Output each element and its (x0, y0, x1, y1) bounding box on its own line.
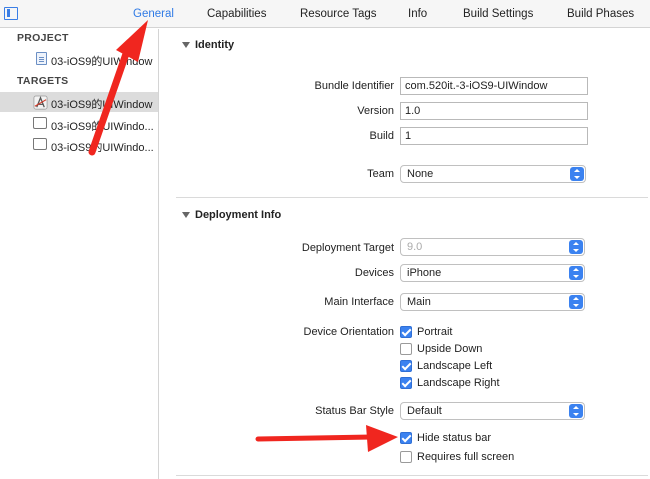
deployment-target-value: 9.0 (407, 241, 423, 253)
tab-info[interactable]: Info (408, 8, 427, 20)
main-interface-combo[interactable]: Main (400, 293, 585, 311)
bundle-identifier-label: Bundle Identifier (314, 80, 395, 92)
popup-arrows-icon (569, 266, 583, 280)
popup-arrows-icon (569, 404, 583, 418)
tab-general[interactable]: General (133, 8, 174, 20)
identity-section-title: Identity (195, 39, 235, 51)
bundle-identifier-field[interactable] (400, 77, 588, 95)
devices-label: Devices (354, 267, 394, 279)
editor-tab-bar: General Capabilities Resource Tags Info … (0, 0, 650, 28)
checkbox-checked-icon[interactable] (400, 326, 412, 338)
sidebar-item-label: 03-iOS9的UIWindow (51, 99, 153, 111)
team-label: Team (367, 168, 394, 180)
device-orientation-label: Device Orientation (303, 326, 395, 338)
sidebar-item-target-app[interactable]: 03-iOS9的UIWindow (0, 92, 158, 112)
checkbox-checked-icon[interactable] (400, 377, 412, 389)
targets-section-header: TARGETS (17, 75, 69, 87)
checkbox-unchecked-icon[interactable] (400, 343, 412, 355)
team-popup-value: None (407, 168, 434, 180)
tab-build-phases[interactable]: Build Phases (567, 8, 634, 20)
sidebar-item-target-tests[interactable]: 03-iOS9的UIWindo... (0, 114, 158, 134)
tab-resource-tags[interactable]: Resource Tags (300, 8, 377, 20)
devices-popup[interactable]: iPhone (400, 264, 585, 282)
tab-build-settings[interactable]: Build Settings (463, 8, 533, 20)
sidebar-item-label: 03-iOS9的UIWindo... (51, 121, 154, 133)
project-file-icon (36, 52, 47, 65)
checkbox-checked-icon[interactable] (400, 432, 412, 444)
project-section-header: PROJECT (17, 32, 69, 44)
status-bar-style-label: Status Bar Style (315, 405, 394, 417)
build-label: Build (369, 130, 394, 142)
deployment-target-label: Deployment Target (301, 242, 394, 254)
folder-icon (33, 138, 47, 150)
checkbox-checked-icon[interactable] (400, 360, 412, 372)
sidebar-toggle-icon[interactable] (4, 7, 18, 20)
main-interface-value: Main (407, 296, 431, 308)
popup-arrows-icon (570, 167, 584, 181)
version-label: Version (357, 105, 394, 117)
main-interface-label: Main Interface (324, 296, 394, 308)
checkbox-unchecked-icon[interactable] (400, 451, 412, 463)
team-popup[interactable]: None (400, 165, 586, 183)
version-field[interactable] (400, 102, 588, 120)
deployment-target-combo[interactable]: 9.0 (400, 238, 585, 256)
sidebar-item-target-uitests[interactable]: 03-iOS9的UIWindo... (0, 135, 158, 155)
build-field[interactable] (400, 127, 588, 145)
popup-arrows-icon (569, 295, 583, 309)
section-divider (176, 475, 648, 476)
devices-popup-value: iPhone (407, 267, 442, 279)
status-bar-style-value: Default (407, 405, 442, 417)
popup-arrows-icon (569, 240, 583, 254)
sidebar-item-label: 03-iOS9的UIWindo... (51, 142, 154, 154)
general-settings-panel: Identity Bundle Identifier Version Build… (160, 29, 650, 479)
app-target-icon (33, 95, 48, 110)
tab-capabilities[interactable]: Capabilities (207, 8, 266, 20)
status-bar-style-popup[interactable]: Default (400, 402, 585, 420)
deployment-info-section-title: Deployment Info (195, 209, 282, 221)
folder-icon (33, 117, 47, 129)
sidebar-item-label: 03-iOS9的UIWindow (51, 56, 153, 68)
sidebar-item-project[interactable]: 03-iOS9的UIWindow (0, 49, 158, 69)
section-divider (176, 197, 648, 198)
project-navigator-sidebar: PROJECT 03-iOS9的UIWindow TARGETS 03-iOS9… (0, 29, 159, 479)
